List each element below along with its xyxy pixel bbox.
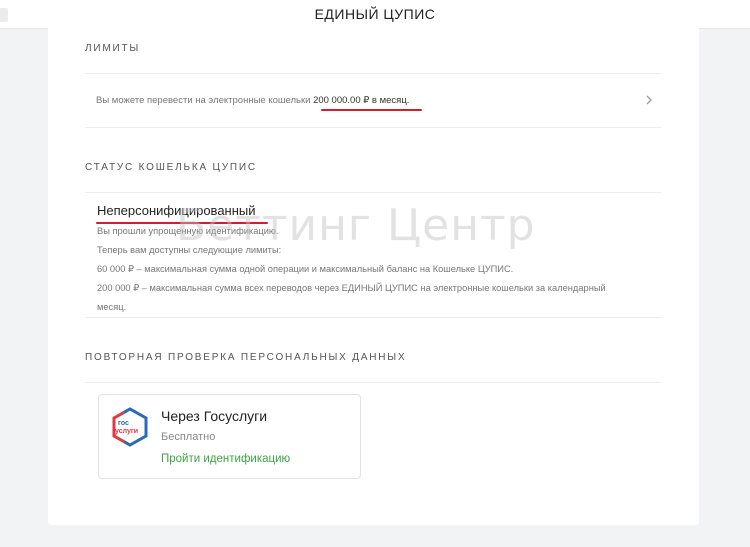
limits-text: Вы можете перевести на электронные кошел…	[96, 95, 409, 106]
divider	[85, 382, 662, 383]
logo-text-top: гос	[118, 420, 129, 427]
chevron-right-icon[interactable]	[643, 93, 655, 107]
status-line: Вы прошли упрощенную идентификацию.	[97, 226, 279, 236]
logo-text-bottom: услуги	[115, 428, 138, 435]
status-line: 60 000 ₽ – максимальная сумма одной опер…	[97, 264, 514, 274]
status-line: Теперь вам доступны следующие лимиты:	[97, 245, 282, 255]
limits-amount: 200 000.00 ₽ в месяц.	[313, 95, 410, 106]
gosuslugi-option-card[interactable]: гос услуги Через Госуслуги Бесплатно Про…	[98, 394, 361, 479]
limits-section-title: ЛИМИТЫ	[85, 43, 141, 54]
side-tab-handle[interactable]	[0, 8, 8, 22]
top-bar: ЕДИНЫЙ ЦУПИС	[0, 0, 750, 29]
gosuslugi-price: Бесплатно	[161, 431, 216, 443]
divider	[85, 192, 662, 193]
limits-text-prefix: Вы можете перевести на электронные кошел…	[96, 95, 314, 106]
page-title: ЕДИНЫЙ ЦУПИС	[314, 6, 436, 22]
verification-section-title: ПОВТОРНАЯ ПРОВЕРКА ПЕРСОНАЛЬНЫХ ДАННЫХ	[85, 352, 407, 363]
gosuslugi-title: Через Госуслуги	[161, 408, 268, 424]
divider	[85, 127, 662, 128]
status-name-underline	[96, 222, 268, 224]
start-identification-link[interactable]: Пройти идентификацию	[161, 453, 290, 465]
wallet-card: ЛИМИТЫ Вы можете перевести на электронны…	[48, 28, 699, 525]
limits-row[interactable]: Вы можете перевести на электронные кошел…	[85, 73, 662, 127]
gosuslugi-logo-icon: гос услуги	[112, 407, 148, 447]
limits-amount-underline	[321, 109, 422, 111]
status-block: Неперсонифицированный Вы прошли упрощенн…	[96, 202, 657, 317]
divider	[85, 317, 662, 318]
status-line: 200 000 ₽ – максимальная сумма всех пере…	[97, 283, 606, 293]
status-section-title: СТАТУС КОШЕЛЬКА ЦУПИС	[85, 162, 257, 173]
status-name: Неперсонифицированный	[97, 203, 256, 218]
status-line: месяц.	[97, 302, 127, 312]
